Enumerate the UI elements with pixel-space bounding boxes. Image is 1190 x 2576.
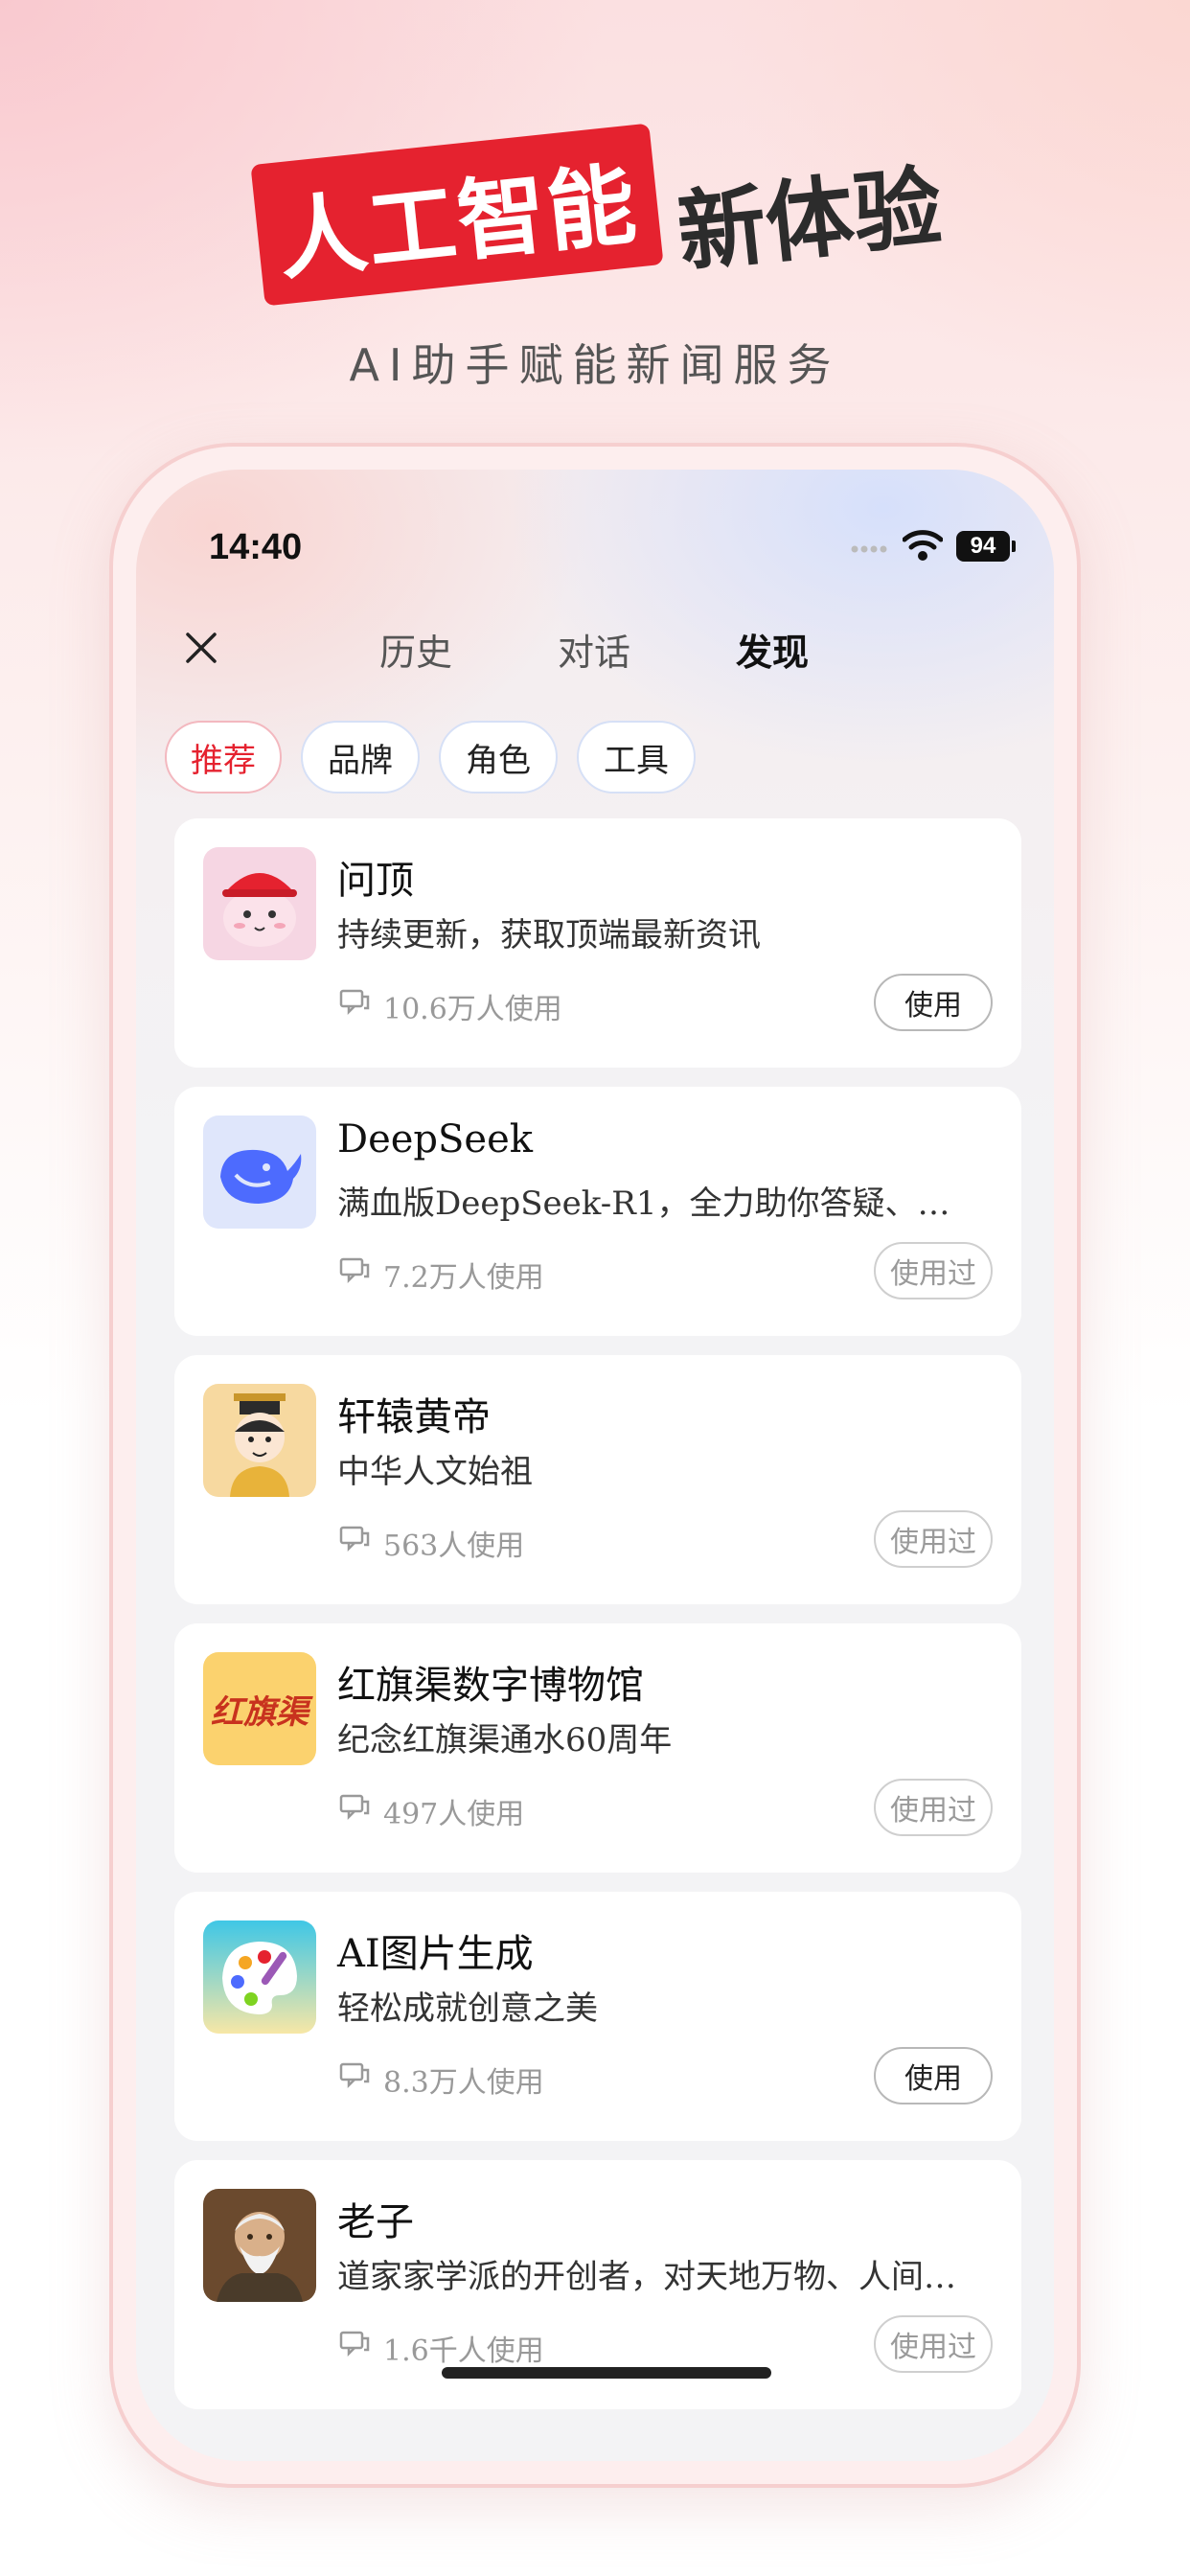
card-description: 纪念红旗渠通水60周年 <box>337 1721 673 1760</box>
huangdi-avatar-icon <box>203 1384 316 1497</box>
assistant-card[interactable]: DeepSeek 满血版DeepSeek-R1，全力助你答疑、… 7.2万人使用… <box>174 1087 1021 1336</box>
laozi-portrait-icon <box>203 2189 316 2302</box>
chat-bubble-icon <box>339 1526 370 1552</box>
headline-banner-text: 人工智能 <box>273 151 643 292</box>
used-button[interactable]: 使用过 <box>874 1510 993 1568</box>
close-icon[interactable] <box>182 629 220 667</box>
card-description: 道家家学派的开创者，对天地万物、人间… <box>337 2258 956 2296</box>
card-description: 持续更新，获取顶端最新资讯 <box>337 916 761 954</box>
usage-count: 10.6万人使用 <box>383 993 562 1026</box>
assistant-card[interactable]: AI图片生成 轻松成就创意之美 8.3万人使用 使用 <box>174 1892 1021 2141</box>
usage-count: 8.3万人使用 <box>383 2066 544 2100</box>
top-nav: 历史 对话 发现 <box>136 613 1054 690</box>
tab-discover[interactable]: 发现 <box>736 623 809 676</box>
phone-screen: 14:40 94 历史 对话 发现 推荐 品牌 角色 工具 问顶 持续更新，获取… <box>136 470 1054 2461</box>
card-description: 轻松成就创意之美 <box>337 1990 598 2028</box>
chat-bubble-icon <box>339 989 370 1016</box>
cellular-signal-icon <box>851 545 887 553</box>
headline-banner: 人工智能 <box>250 123 664 307</box>
chat-bubble-icon <box>339 2331 370 2358</box>
card-title: 老子 <box>337 2200 414 2244</box>
chat-bubble-icon <box>339 1794 370 1821</box>
chat-bubble-icon <box>339 1257 370 1284</box>
promo-headline: 人工智能 新体验 AI助手赋能新闻服务 <box>0 0 1190 422</box>
chip-recommend[interactable]: 推荐 <box>165 721 282 794</box>
hongqiqu-logo-text: 红旗渠 <box>211 1692 309 1732</box>
usage-count: 497人使用 <box>383 1798 525 1831</box>
headline-right-text: 新体验 <box>673 154 947 286</box>
used-button[interactable]: 使用过 <box>874 1779 993 1836</box>
wending-mascot-icon <box>203 847 316 960</box>
card-description: 中华人文始祖 <box>337 1453 533 1491</box>
assistant-card[interactable]: 轩辕黄帝 中华人文始祖 563人使用 使用过 <box>174 1355 1021 1604</box>
deepseek-whale-icon <box>203 1116 316 1229</box>
hongqiqu-logo-icon: 红旗渠 <box>203 1652 316 1765</box>
palette-icon <box>203 1920 316 2034</box>
use-button[interactable]: 使用 <box>874 2047 993 2104</box>
headline-subtitle: AI助手赋能新闻服务 <box>349 339 841 391</box>
card-title: 红旗渠数字博物馆 <box>337 1664 644 1708</box>
card-title: DeepSeek <box>337 1117 534 1162</box>
assistant-card[interactable]: 红旗渠 红旗渠数字博物馆 纪念红旗渠通水60周年 497人使用 使用过 <box>174 1623 1021 1873</box>
tab-history[interactable]: 历史 <box>379 623 452 676</box>
chat-bubble-icon <box>339 2062 370 2089</box>
usage-count: 1.6千人使用 <box>383 2334 544 2368</box>
used-button[interactable]: 使用过 <box>874 2315 993 2373</box>
used-button[interactable]: 使用过 <box>874 1242 993 1300</box>
tab-chat[interactable]: 对话 <box>558 623 630 676</box>
battery-tip <box>1012 540 1016 552</box>
card-description: 满血版DeepSeek-R1，全力助你答疑、… <box>337 1184 950 1223</box>
battery-icon: 94 <box>956 531 1010 562</box>
chip-brand[interactable]: 品牌 <box>301 721 420 794</box>
card-title: 轩辕黄帝 <box>337 1395 491 1439</box>
wifi-icon <box>903 530 943 561</box>
card-title: 问顶 <box>337 859 414 903</box>
usage-count: 563人使用 <box>383 1530 525 1563</box>
assistant-card[interactable]: 问顶 持续更新，获取顶端最新资讯 10.6万人使用 使用 <box>174 818 1021 1068</box>
usage-count: 7.2万人使用 <box>383 1261 544 1295</box>
status-time: 14:40 <box>209 527 303 567</box>
status-bar: 14:40 94 <box>136 527 1054 585</box>
chip-tools[interactable]: 工具 <box>577 721 696 794</box>
chip-role[interactable]: 角色 <box>439 721 558 794</box>
phone-frame: 14:40 94 历史 对话 发现 推荐 品牌 角色 工具 问顶 持续更新，获取… <box>109 443 1081 2488</box>
use-button[interactable]: 使用 <box>874 974 993 1031</box>
home-indicator[interactable] <box>442 2367 771 2379</box>
card-title: AI图片生成 <box>337 1932 534 1976</box>
